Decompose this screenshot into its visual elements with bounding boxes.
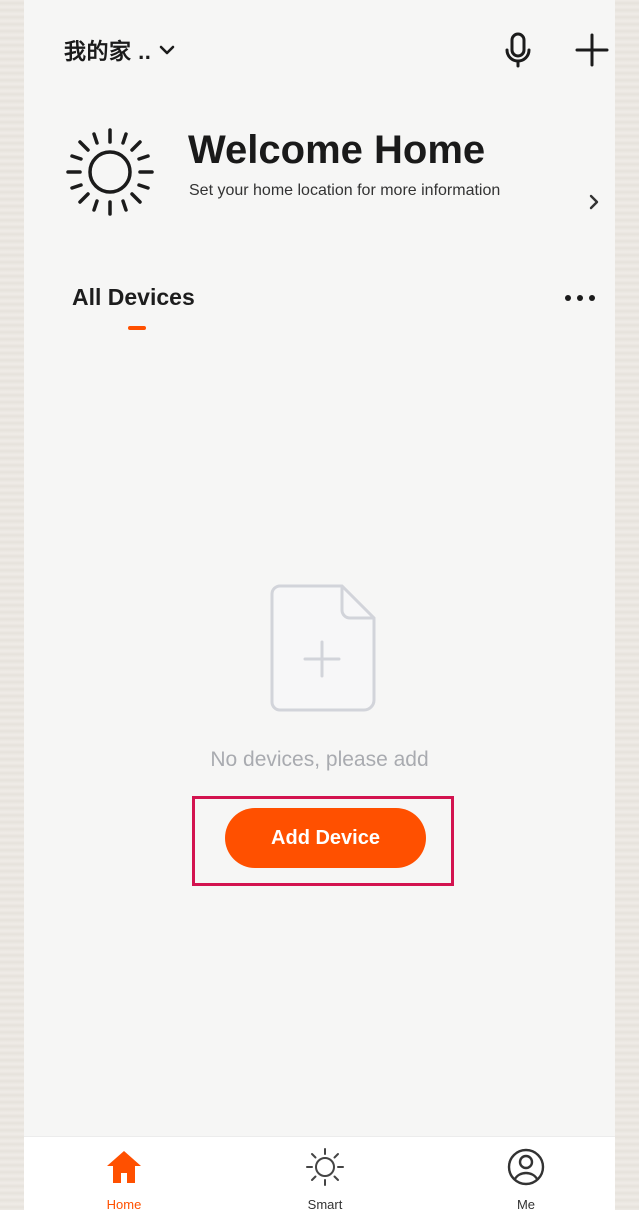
nav-item-me[interactable]: Me (466, 1137, 586, 1210)
add-device-button[interactable]: Add Device (225, 808, 426, 868)
top-bar: 我的家 .. (24, 0, 615, 100)
more-dots-icon (565, 295, 595, 301)
chevron-down-icon (160, 45, 175, 55)
chevron-right-icon (589, 194, 599, 210)
user-circle-icon (507, 1148, 545, 1186)
home-name: 我的家 .. (64, 39, 152, 64)
nav-item-smart[interactable]: Smart (265, 1137, 385, 1210)
bottom-navigation: Home Smart Me (24, 1136, 615, 1210)
app-screen: 我的家 .. Welcome Home Set your home locati… (24, 0, 615, 1210)
welcome-title: Welcome Home (188, 128, 486, 172)
plus-icon (575, 33, 609, 67)
add-button[interactable] (572, 30, 612, 70)
microphone-icon (505, 32, 531, 68)
home-selector[interactable]: 我的家 .. (64, 32, 175, 68)
voice-button[interactable] (500, 30, 536, 70)
sun-outline-icon (306, 1148, 344, 1186)
welcome-subtitle: Set your home location for more informat… (189, 182, 501, 199)
paper-background-left (0, 0, 24, 1210)
add-document-icon (270, 584, 376, 712)
home-icon (107, 1151, 141, 1183)
more-button[interactable] (560, 286, 600, 310)
tab-active-indicator (128, 326, 146, 330)
devices-header: All Devices (24, 280, 615, 340)
nav-label-home: Home (106, 1197, 142, 1210)
sun-icon (66, 128, 154, 216)
welcome-card[interactable]: Welcome Home Set your home location for … (24, 118, 615, 238)
paper-background-right (615, 0, 639, 1210)
empty-state-message: No devices, please add (210, 748, 429, 771)
tab-all-devices[interactable]: All Devices (72, 284, 195, 311)
nav-label-smart: Smart (307, 1197, 343, 1210)
nav-item-home[interactable]: Home (64, 1137, 184, 1210)
nav-label-me: Me (516, 1197, 536, 1210)
